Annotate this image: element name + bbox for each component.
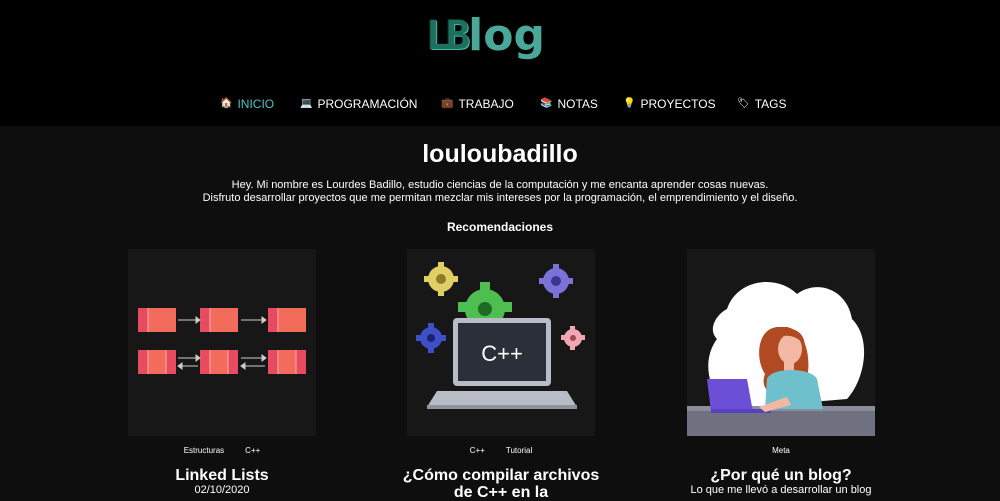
nav-label: NOTAS (557, 97, 598, 111)
tag-link[interactable]: Meta (772, 446, 790, 455)
post-title[interactable]: ¿Cómo compilar archivos de C++ en la (397, 467, 605, 501)
main-nav: 🏠 INICIO 💻 PROGRAMACIÓN 💼 TRABAJO 📚 NOTA… (0, 97, 1000, 113)
post-tags: C++ Tutorial (407, 446, 595, 455)
logo-monogram: LB (426, 13, 470, 59)
post-tags: Meta (687, 446, 875, 455)
nav-item-trabajo[interactable]: 💼 TRABAJO (441, 97, 514, 111)
bio-line: Disfruto desarrollar proyectos que me pe… (202, 192, 798, 204)
main-content: louloubadillo Hey. Mi nombre es Lourdes … (0, 126, 1000, 501)
post-card-linked-lists[interactable]: Estructuras C++ Linked Lists 02/10/2020 (128, 249, 316, 496)
post-thumbnail[interactable] (687, 249, 875, 436)
nav-item-programacion[interactable]: 💻 PROGRAMACIÓN (300, 97, 417, 111)
nav-label: TRABAJO (458, 97, 514, 111)
woman-laptop-illustration (687, 282, 875, 436)
post-thumbnail[interactable] (128, 249, 316, 436)
gear-icon (561, 326, 585, 350)
tag-link[interactable]: Tutorial (506, 446, 532, 455)
tag-icon: 🏷 (737, 98, 750, 109)
profile-bio: Hey. Mi nombre es Lourdes Badillo, estud… (0, 179, 1000, 205)
nav-item-proyectos[interactable]: 💡 PROYECTOS (623, 97, 716, 111)
header: LB log 🏠 INICIO 💻 PROGRAMACIÓN 💼 TRABAJO… (0, 0, 1000, 126)
bio-line: Hey. Mi nombre es Lourdes Badillo, estud… (231, 179, 769, 191)
nav-item-tags[interactable]: 🏷 TAGS (737, 97, 786, 111)
site-logo[interactable]: LB log (426, 6, 545, 60)
nav-item-inicio[interactable]: 🏠 INICIO (220, 97, 274, 111)
tag-link[interactable]: Estructuras (184, 446, 224, 455)
laptop-icon: 💻 (300, 98, 313, 109)
gear-icon (539, 264, 573, 298)
briefcase-icon: 💼 (441, 98, 454, 109)
nav-label: TAGS (754, 97, 787, 111)
tag-link[interactable]: C++ (470, 446, 485, 455)
logo-text: log (468, 10, 545, 61)
post-date: 02/10/2020 (194, 484, 250, 496)
tag-link[interactable]: C++ (245, 446, 260, 455)
post-title[interactable]: Linked Lists (88, 467, 356, 484)
post-card-por-que-un-blog[interactable]: Meta ¿Por qué un blog? Lo que me llevó a… (687, 249, 875, 496)
cpp-label: C++ (481, 341, 523, 366)
post-description: Lo que me llevó a desarrollar un blog (690, 484, 872, 496)
profile-name: louloubadillo (422, 140, 578, 168)
nav-label: INICIO (237, 97, 275, 111)
post-title[interactable]: ¿Por qué un blog? (647, 467, 915, 484)
gear-icon (416, 323, 446, 353)
gear-icon (424, 262, 458, 296)
post-tags: Estructuras C++ (128, 446, 316, 455)
nav-label: PROGRAMACIÓN (317, 97, 418, 111)
home-icon: 🏠 (220, 98, 233, 109)
linked-list-illustration (138, 308, 306, 374)
nav-label: PROYECTOS (640, 97, 716, 111)
post-card-compilar-cpp[interactable]: C++ C++ Tutorial ¿Cómo compilar archivos… (403, 249, 599, 501)
recommendations-heading: Recomendaciones (446, 220, 554, 234)
nav-item-notas[interactable]: 📚 NOTAS (540, 97, 598, 111)
books-icon: 📚 (540, 98, 553, 109)
post-thumbnail[interactable]: C++ (407, 249, 595, 436)
lightbulb-icon: 💡 (623, 98, 636, 109)
cpp-laptop-illustration: C++ (416, 262, 585, 409)
